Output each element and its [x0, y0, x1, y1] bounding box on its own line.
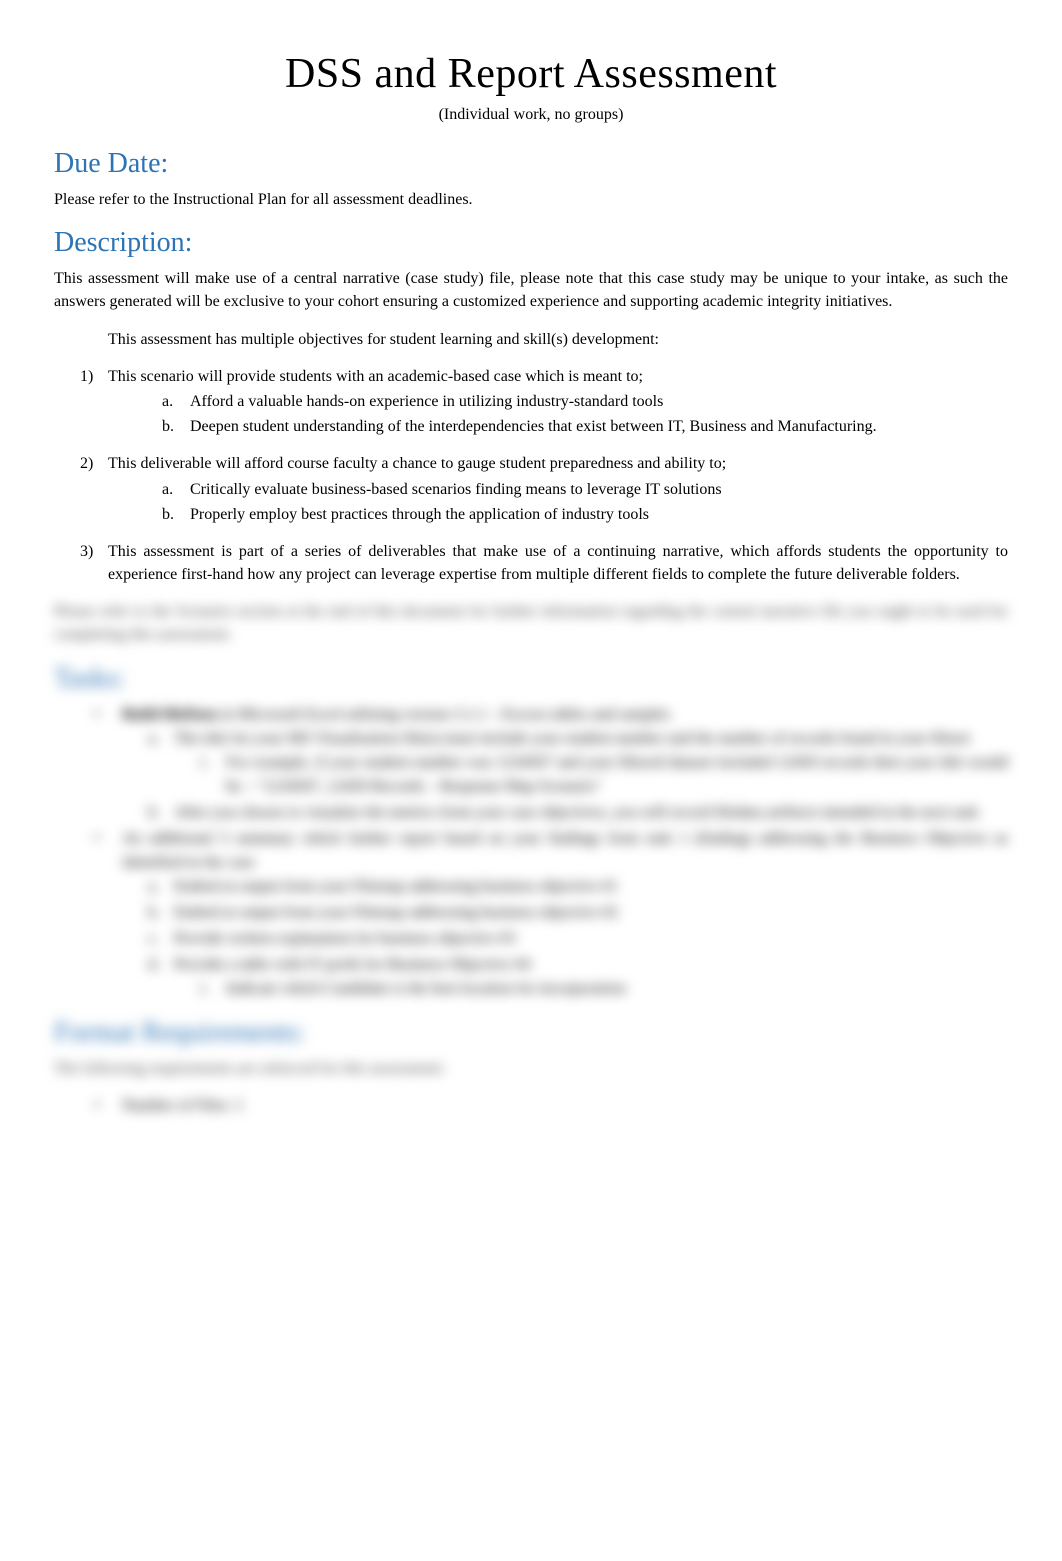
due-date-text: Please refer to the Instructional Plan f…	[54, 188, 1008, 211]
tasks-list: Build fileData in Microsoft Excel utiliz…	[94, 703, 1008, 1001]
task-2: An additional 5 summary which further re…	[94, 827, 1008, 1001]
objective-2a: Critically evaluate business-based scena…	[162, 478, 1008, 501]
task-2-text: An additional 5 summary which further re…	[122, 830, 1008, 871]
task-1a-i: For example, if your student number was …	[200, 751, 1008, 799]
objective-2-sublist: Critically evaluate business-based scena…	[162, 478, 1008, 526]
task-1a: The title for your MS Visualization file…	[148, 727, 1008, 799]
scenario-note: Please refer to the Scenario section at …	[54, 600, 1008, 646]
objective-1-text: This scenario will provide students with…	[108, 368, 643, 385]
objective-1b: Deepen student understanding of the inte…	[162, 415, 1008, 438]
format-intro: The following requirements are enforced …	[54, 1057, 1008, 1080]
format-item-1: Number of Files: 1	[94, 1094, 1008, 1118]
task-2d: Provide a table with IT profit for Busin…	[148, 953, 1008, 1001]
task-2d-roman: Indicate which Candidate is the best loc…	[200, 977, 1008, 1001]
blurred-content: Please refer to the Scenario section at …	[54, 600, 1008, 1118]
task-2c: Provide written explanation for business…	[148, 927, 1008, 951]
due-date-heading: Due Date:	[54, 148, 1008, 180]
description-intro: This assessment will make use of a centr…	[54, 267, 1008, 313]
task-2a: Embed at output from your Filemap addres…	[148, 875, 1008, 899]
objective-1a: Afford a valuable hands-on experience in…	[162, 390, 1008, 413]
task-1b: After you choose to visualize the metric…	[148, 801, 1008, 825]
format-heading: Format Requirements:	[54, 1017, 1008, 1049]
task-1-bold: Build fileData	[122, 706, 218, 723]
description-heading: Description:	[54, 227, 1008, 259]
objective-3: This assessment is part of a series of d…	[80, 540, 1008, 586]
task-1-rest: in Microsoft Excel utilizing version 3.1…	[218, 706, 671, 723]
task-1a-roman: For example, if your student number was …	[200, 751, 1008, 799]
task-1: Build fileData in Microsoft Excel utiliz…	[94, 703, 1008, 825]
objective-2-text: This deliverable will afford course facu…	[108, 455, 726, 472]
format-list: Number of Files: 1	[94, 1094, 1008, 1118]
objective-3-text: This assessment is part of a series of d…	[108, 543, 1008, 583]
subtitle: (Individual work, no groups)	[54, 106, 1008, 124]
task-2-sub: Embed at output from your Filemap addres…	[148, 875, 1008, 1001]
objective-2b: Properly employ best practices through t…	[162, 503, 1008, 526]
task-2b: Embed at output from your Filemap addres…	[148, 901, 1008, 925]
objectives-list: This scenario will provide students with…	[80, 365, 1008, 587]
task-1-sub: The title for your MS Visualization file…	[148, 727, 1008, 825]
tasks-heading: Tasks:	[54, 663, 1008, 695]
task-2d-i: Indicate which Candidate is the best loc…	[200, 977, 1008, 1001]
page-title: DSS and Report Assessment	[54, 50, 1008, 98]
objective-1: This scenario will provide students with…	[80, 365, 1008, 439]
objective-1-sublist: Afford a valuable hands-on experience in…	[162, 390, 1008, 438]
objective-2: This deliverable will afford course facu…	[80, 452, 1008, 526]
objectives-intro: This assessment has multiple objectives …	[108, 328, 1008, 351]
